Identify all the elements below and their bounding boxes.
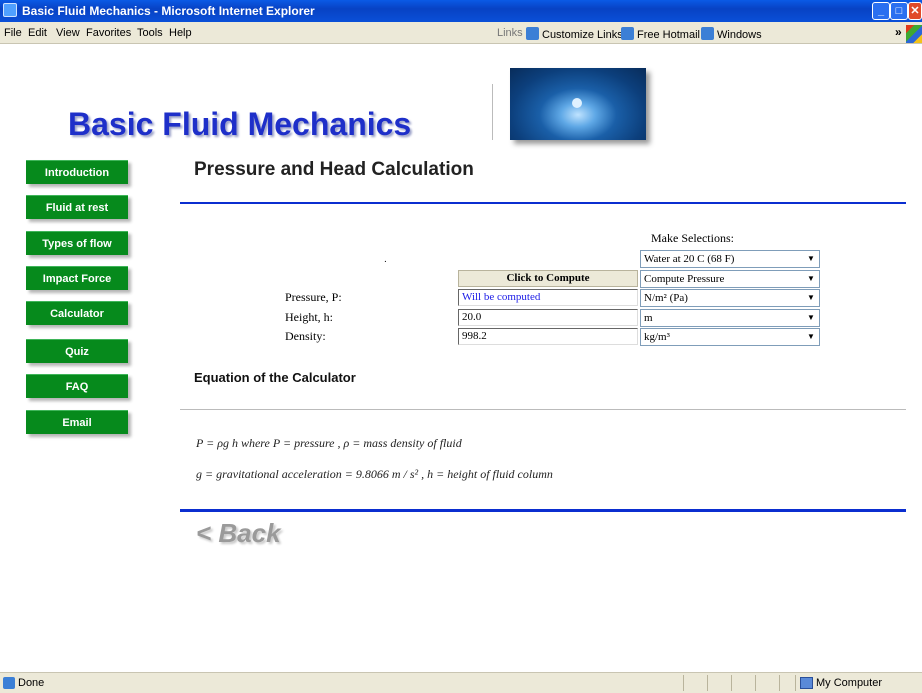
windows-logo-icon [906,25,922,43]
menu-favorites[interactable]: Favorites [86,27,131,39]
density-field[interactable]: 998.2 [458,328,638,345]
security-zone-label: My Computer [816,677,883,689]
make-selections-label: Make Selections: [651,231,734,245]
link-customize-links[interactable]: Customize Links [526,27,623,41]
ie-icon [3,3,17,17]
nav-email[interactable]: Email [26,410,128,434]
density-unit-select[interactable]: kg/m³ ▼ [640,328,820,346]
divider [683,675,684,691]
ie-page-icon [621,27,634,40]
divider [180,202,906,204]
nav-introduction[interactable]: Introduction [26,160,128,184]
back-link[interactable]: < Back [196,518,281,549]
nav-impact-force[interactable]: Impact Force [26,266,128,290]
divider [180,509,906,512]
link-windows[interactable]: Windows [701,27,762,41]
fluid-select[interactable]: Water at 20 C (68 F) ▼ [640,250,820,268]
density-label: Density: [285,329,326,343]
divider [492,84,493,140]
divider [707,675,708,691]
nav-quiz[interactable]: Quiz [26,339,128,363]
menu-file[interactable]: File [4,27,22,39]
chevron-down-icon[interactable]: ▼ [803,329,819,345]
height-field[interactable]: 20.0 [458,309,638,326]
chevron-down-icon[interactable]: ▼ [803,290,819,306]
status-bar: Done My Computer [0,672,922,693]
page-title: Pressure and Head Calculation [194,159,474,180]
status-text: Done [18,677,45,689]
divider [779,675,780,691]
menu-edit[interactable]: Edit [28,27,47,39]
maximize-button[interactable]: □ [890,2,908,20]
mode-select-value: Compute Pressure [644,273,725,285]
nav-fluid-at-rest[interactable]: Fluid at rest [26,195,128,219]
links-label: Links [497,27,523,39]
dot-mark: . [384,254,387,265]
equation-line-1: P = ρg h where P = pressure , ρ = mass d… [196,436,462,450]
nav-types-of-flow[interactable]: Types of flow [26,231,128,255]
title-bar: Basic Fluid Mechanics - Microsoft Intern… [0,0,922,22]
link-label: Windows [717,29,762,41]
divider [755,675,756,691]
equation-heading: Equation of the Calculator [194,370,356,385]
link-free-hotmail[interactable]: Free Hotmail [621,27,700,41]
pressure-label: Pressure, P: [285,290,342,304]
nav-calculator[interactable]: Calculator [26,301,128,325]
divider [731,675,732,691]
menu-tools[interactable]: Tools [137,27,163,39]
height-unit-select[interactable]: m ▼ [640,309,820,327]
page-content: Basic Fluid Mechanics Introduction Fluid… [0,44,922,672]
menu-view[interactable]: View [56,27,80,39]
pressure-unit-select[interactable]: N/m² (Pa) ▼ [640,289,820,307]
mode-select[interactable]: Compute Pressure ▼ [640,270,820,288]
compute-button[interactable]: Click to Compute [458,270,638,287]
minimize-button[interactable]: _ [872,2,890,20]
site-title: Basic Fluid Mechanics [68,106,412,142]
pressure-field[interactable]: Will be computed [458,289,638,306]
ie-page-icon [3,677,15,689]
window-title: Basic Fluid Mechanics - Microsoft Intern… [22,4,315,18]
browser-window: Basic Fluid Mechanics - Microsoft Intern… [0,0,922,693]
chevron-down-icon[interactable]: ▼ [803,310,819,326]
equation-line-2: g = gravitational acceleration = 9.8066 … [196,467,553,481]
link-label: Free Hotmail [637,29,700,41]
water-drop-image [510,68,646,140]
ie-page-icon [701,27,714,40]
computer-icon [800,677,813,689]
density-unit-value: kg/m³ [644,331,670,343]
chevron-down-icon[interactable]: ▼ [803,271,819,287]
close-button[interactable]: ✕ [908,2,922,20]
divider [180,409,906,410]
droplet-icon [572,98,582,108]
fluid-select-value: Water at 20 C (68 F) [644,253,735,265]
height-label: Height, h: [285,310,333,324]
menu-help[interactable]: Help [169,27,192,39]
link-label: Customize Links [542,29,623,41]
chevron-down-icon[interactable]: ▼ [803,251,819,267]
pressure-unit-value: N/m² (Pa) [644,292,688,304]
ie-page-icon [526,27,539,40]
height-unit-value: m [644,312,653,324]
nav-faq[interactable]: FAQ [26,374,128,398]
divider [795,675,796,691]
chevron-right-icon[interactable]: » [895,25,902,39]
menu-bar: File Edit View Favorites Tools Help Link… [0,22,922,44]
